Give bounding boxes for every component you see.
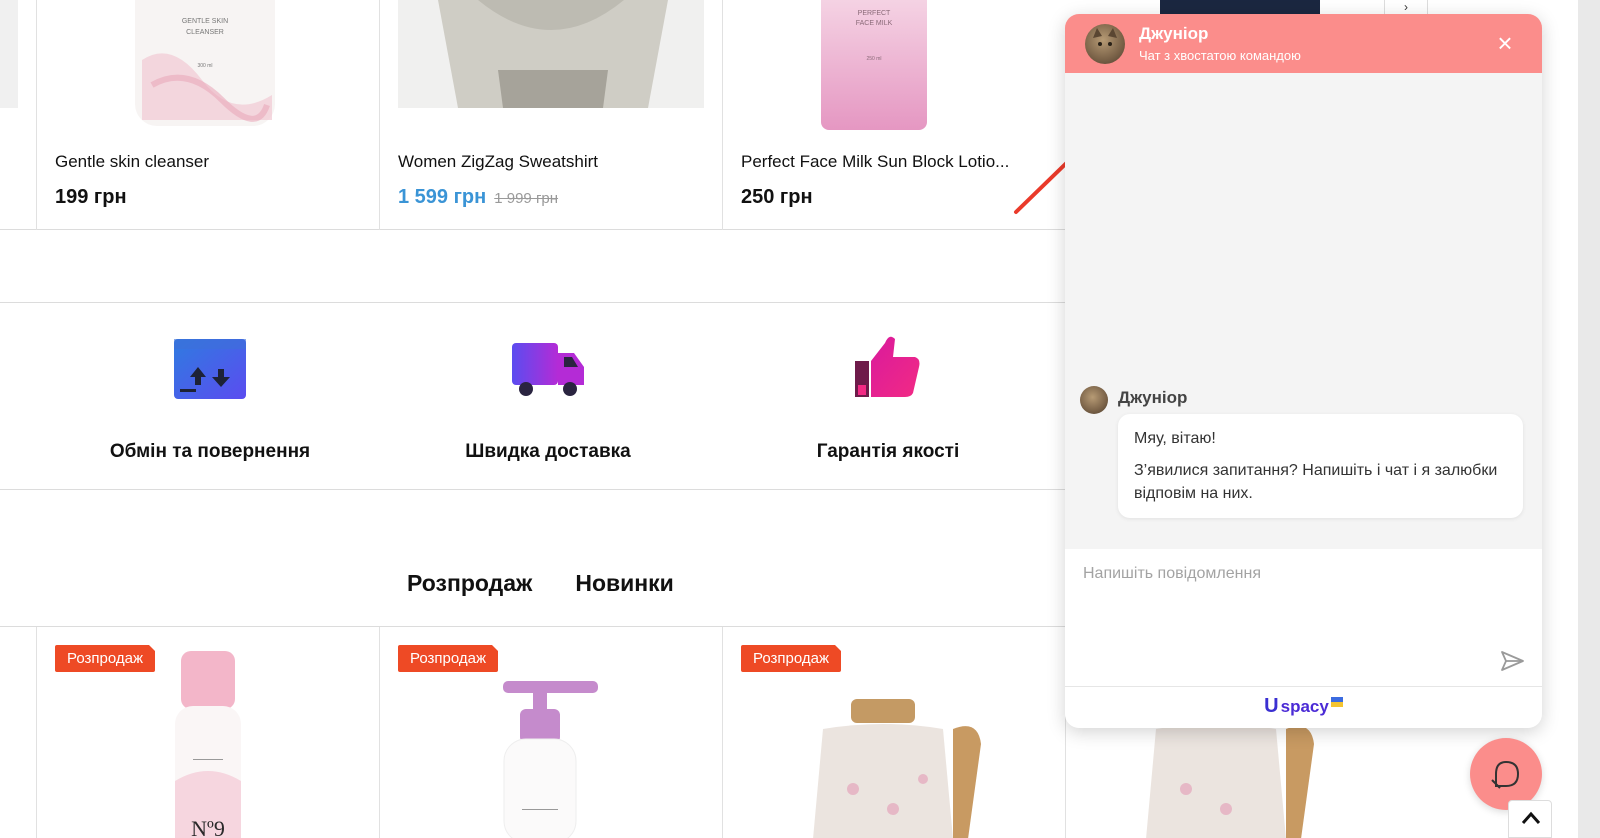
product-price: 1 599 грн 1 999 грн: [398, 186, 558, 209]
send-icon[interactable]: [1498, 647, 1526, 675]
product-price: 199 грн: [55, 186, 127, 209]
sale-badge: Розпродаж: [55, 645, 156, 672]
prev-product-fragment: [0, 0, 18, 108]
uspacy-logo[interactable]: Uspacy: [1264, 695, 1343, 718]
product-image[interactable]: [803, 699, 1003, 838]
product-name[interactable]: Women ZigZag Sweatshirt: [398, 152, 598, 172]
chat-widget: Джуніор Чат з хвостатою командою × Джуні…: [1065, 14, 1542, 728]
chevron-up-icon: [1521, 811, 1541, 824]
message-bubble: Мяу, вітаю! З’явилися запитання? Напишіт…: [1118, 414, 1523, 518]
old-price: 1 999 грн: [494, 190, 559, 207]
product-name[interactable]: Gentle skin cleanser: [55, 152, 209, 172]
message-input[interactable]: [1083, 565, 1473, 583]
chat-avatar: [1085, 24, 1125, 64]
sale-badge: Розпродаж: [398, 645, 499, 672]
chat-footer: Uspacy: [1065, 686, 1542, 728]
product-tabs: Розпродаж Новинки: [407, 570, 674, 597]
message-avatar: [1080, 386, 1108, 414]
scroll-to-top-button[interactable]: [1508, 800, 1552, 838]
product-card[interactable]: Розпродаж Nº9: [36, 627, 379, 838]
chat-header: Джуніор Чат з хвостатою командою ×: [1065, 14, 1542, 73]
feature-quality: Гарантія якості: [718, 303, 1058, 491]
product-image-text: FACE MILK: [856, 20, 893, 27]
product-image[interactable]: Nº9: [173, 651, 243, 838]
close-icon[interactable]: ×: [1490, 28, 1520, 58]
product-image[interactable]: [1160, 0, 1320, 14]
feature-exchange: Обмін та повернення: [40, 303, 380, 491]
svg-text:Nº9: Nº9: [191, 816, 225, 838]
product-image[interactable]: [398, 0, 704, 108]
truck-icon: [512, 343, 584, 396]
sale-price: 1 599 грн: [398, 186, 487, 208]
product-card[interactable]: Розпродаж: [379, 627, 722, 838]
exchange-icon: [174, 339, 246, 399]
price-value: 250 грн: [741, 186, 813, 208]
chat-subtitle: Чат з хвостатою командою: [1139, 48, 1301, 63]
features-strip: Обмін та повернення Швидка доставка Гара…: [0, 302, 1065, 490]
product-card[interactable]: Women ZigZag Sweatshirt 1 599 грн 1 999 г…: [379, 0, 722, 230]
feature-label: Швидка доставка: [465, 441, 631, 462]
product-image-text: GENTLE SKIN: [182, 18, 228, 25]
message-text: З’явилися запитання? Напишіть і чат і я …: [1134, 462, 1498, 502]
price-value: 199 грн: [55, 186, 127, 208]
product-card[interactable]: GENTLE SKIN CLEANSER 300 ml Gentle skin …: [36, 0, 379, 230]
product-image-text: 250 ml: [866, 56, 881, 62]
product-image-text: CLEANSER: [186, 29, 224, 36]
message-author: Джуніор: [1118, 388, 1188, 407]
top-product-row: GENTLE SKIN CLEANSER 300 ml Gentle skin …: [0, 0, 1320, 230]
chat-title: Джуніор: [1139, 24, 1209, 43]
thumbs-up-icon: [855, 336, 920, 397]
product-image[interactable]: [498, 681, 618, 838]
tab-new[interactable]: Новинки: [575, 570, 673, 597]
product-image-text: 300 ml: [197, 63, 212, 69]
feature-delivery: Швидка доставка: [378, 303, 718, 491]
page-scrollbar[interactable]: [1578, 0, 1600, 838]
chat-input-area: [1065, 549, 1542, 686]
sale-badge: Розпродаж: [741, 645, 842, 672]
feature-label: Обмін та повернення: [109, 441, 311, 462]
feature-label: Гарантія якості: [816, 441, 960, 462]
product-image[interactable]: GENTLE SKIN CLEANSER 300 ml: [132, 0, 278, 130]
message-text: Мяу, вітаю!: [1134, 430, 1216, 447]
product-price: 250 грн: [741, 186, 813, 209]
tab-sale[interactable]: Розпродаж: [407, 570, 532, 597]
product-image-text: PERFECT: [858, 10, 891, 17]
product-card[interactable]: Розпродаж: [722, 627, 1065, 838]
product-image[interactable]: PERFECT FACE MILK 250 ml: [819, 0, 929, 132]
product-name[interactable]: Perfect Face Milk Sun Block Lotio...: [741, 152, 1009, 172]
chat-bubble-icon: [1491, 760, 1520, 789]
flag-icon: [1330, 696, 1343, 707]
